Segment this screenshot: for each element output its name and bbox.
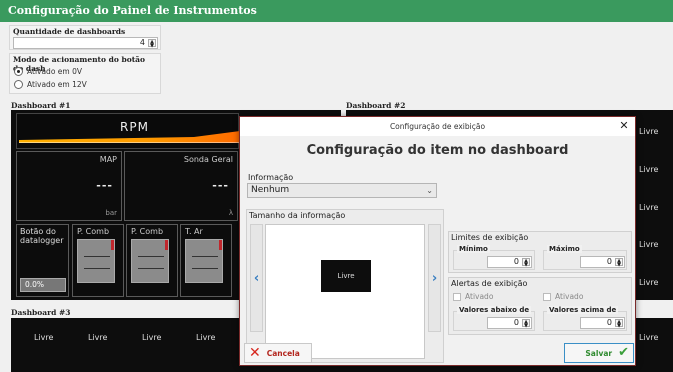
datalogger-widget[interactable]: Botão do datalogger 0.0% <box>16 224 69 297</box>
sensor-sonda-name: Sonda Geral <box>183 155 233 164</box>
window-title: Configuração do Painel de Instrumentos <box>0 0 673 22</box>
min-stepper[interactable]: 0 ▲ ▼ <box>487 256 532 268</box>
limits-label: Limites de exibição <box>451 233 529 242</box>
dashboard-1-label: Dashboard #1 <box>11 101 71 110</box>
close-icon[interactable]: ✕ <box>617 119 631 133</box>
d3-cell-3[interactable]: Livre <box>142 333 161 342</box>
dialog-title: Configuração de exibição <box>240 117 635 136</box>
sensor-map-value: --- <box>96 179 113 192</box>
d2-cell-1[interactable]: Livre <box>639 127 658 136</box>
preview-tile: Livre <box>321 260 371 292</box>
max-stepper[interactable]: 0 ▲ ▼ <box>580 256 625 268</box>
d3-cell-4[interactable]: Livre <box>196 333 215 342</box>
config-dialog: Configuração de exibição ✕ Configuração … <box>239 116 636 366</box>
radio-0v-indicator[interactable] <box>14 67 23 76</box>
stepper-arrows-icon[interactable]: ▲ ▼ <box>615 258 623 268</box>
chevron-right-icon[interactable]: › <box>428 224 441 332</box>
stepper-arrows-icon[interactable]: ▲ ▼ <box>148 39 156 49</box>
radio-0v-label: Ativado em 0V <box>27 67 82 76</box>
info-select-value: Nenhum <box>251 185 290 195</box>
sensor-sonda-value: --- <box>212 179 229 192</box>
size-preview: Livre <box>265 224 425 359</box>
dialog-heading: Configuração do item no dashboard <box>306 143 569 158</box>
radio-0v[interactable]: Ativado em 0V <box>14 67 82 76</box>
sensor-sonda-unit: λ <box>228 209 233 217</box>
sensor-map[interactable]: MAP --- bar <box>16 151 122 221</box>
stepper-arrows-icon[interactable]: ▲ ▼ <box>615 319 623 329</box>
info-select[interactable]: Nenhum ⌄ <box>247 183 437 198</box>
gauge-p-comb-2[interactable]: P. Comb <box>126 224 178 297</box>
radio-12v-label: Ativado em 12V <box>27 80 87 89</box>
save-button[interactable]: Salvar ✔ <box>564 343 634 363</box>
rpm-bar <box>19 131 240 143</box>
radio-12v[interactable]: Ativado em 12V <box>14 80 87 89</box>
cancel-button[interactable]: ✕ Cancela <box>244 343 312 363</box>
alert-low-check[interactable]: Ativado <box>453 292 493 301</box>
alert-high-check-label: Ativado <box>555 292 584 301</box>
d3-cell-1[interactable]: Livre <box>34 333 53 342</box>
max-label: Máximo <box>547 245 582 253</box>
chevron-down-icon: ⌄ <box>426 186 433 195</box>
min-value: 0 <box>513 257 519 266</box>
chevron-left-icon[interactable]: ‹ <box>250 224 263 332</box>
sensor-map-name: MAP <box>99 155 117 164</box>
gauge-name: T. Ar <box>185 227 203 236</box>
cancel-label: Cancela <box>266 348 300 358</box>
sensor-sonda[interactable]: Sonda Geral --- λ <box>124 151 238 221</box>
datalogger-name: Botão do datalogger <box>20 227 64 245</box>
below-label: Valores abaixo de <box>457 306 532 314</box>
dashboard-count-group: Quantidade de dashboards 4 ▲ ▼ <box>9 25 161 50</box>
stepper-arrows-icon[interactable]: ▲ ▼ <box>522 319 530 329</box>
gauge-body <box>185 239 223 283</box>
alert-low-check-label: Ativado <box>465 292 494 301</box>
alert-high-check[interactable]: Ativado <box>543 292 583 301</box>
check-icon: ✔ <box>618 345 629 360</box>
dashboard-count-value: 4 <box>139 38 145 47</box>
above-value: 0 <box>606 318 612 327</box>
gauge-name: P. Comb <box>131 227 164 236</box>
alert-low-checkbox[interactable] <box>453 292 461 301</box>
d4-cell[interactable]: Livre <box>639 333 658 342</box>
stepper-arrows-icon[interactable]: ▲ ▼ <box>522 258 530 268</box>
datalogger-value: 0.0% <box>20 278 66 292</box>
d2-cell-4[interactable]: Livre <box>639 240 658 249</box>
rpm-widget[interactable]: RPM <box>16 113 240 149</box>
x-icon: ✕ <box>249 345 261 361</box>
above-label: Valores acima de <box>547 306 619 314</box>
alerts-label: Alertas de exibição <box>451 279 528 288</box>
dashboard-2-label: Dashboard #2 <box>346 101 406 110</box>
gauge-body <box>131 239 169 283</box>
alert-high-checkbox[interactable] <box>543 292 551 301</box>
size-label: Tamanho da informação <box>249 211 346 220</box>
dashboard-count-stepper[interactable]: 4 ▲ ▼ <box>13 37 158 49</box>
below-value: 0 <box>513 318 519 327</box>
max-value: 0 <box>606 257 612 266</box>
sensor-map-unit: bar <box>105 209 117 217</box>
d2-cell-3[interactable]: Livre <box>639 203 658 212</box>
min-label: Mínimo <box>457 245 490 253</box>
gauge-t-ar[interactable]: T. Ar <box>180 224 232 297</box>
gauge-body <box>77 239 115 283</box>
gauge-p-comb-1[interactable]: P. Comb <box>72 224 124 297</box>
dashboard-count-label: Quantidade de dashboards <box>13 27 126 36</box>
dashboard-3-label: Dashboard #3 <box>11 308 71 317</box>
d3-cell-2[interactable]: Livre <box>88 333 107 342</box>
d2-cell-5[interactable]: Livre <box>639 278 658 287</box>
gauge-name: P. Comb <box>77 227 110 236</box>
above-stepper[interactable]: 0 ▲ ▼ <box>580 317 625 329</box>
radio-12v-indicator[interactable] <box>14 80 23 89</box>
d2-cell-2[interactable]: Livre <box>639 165 658 174</box>
save-label: Salvar <box>585 348 613 358</box>
info-label: Informação <box>248 173 294 182</box>
below-stepper[interactable]: 0 ▲ ▼ <box>487 317 532 329</box>
